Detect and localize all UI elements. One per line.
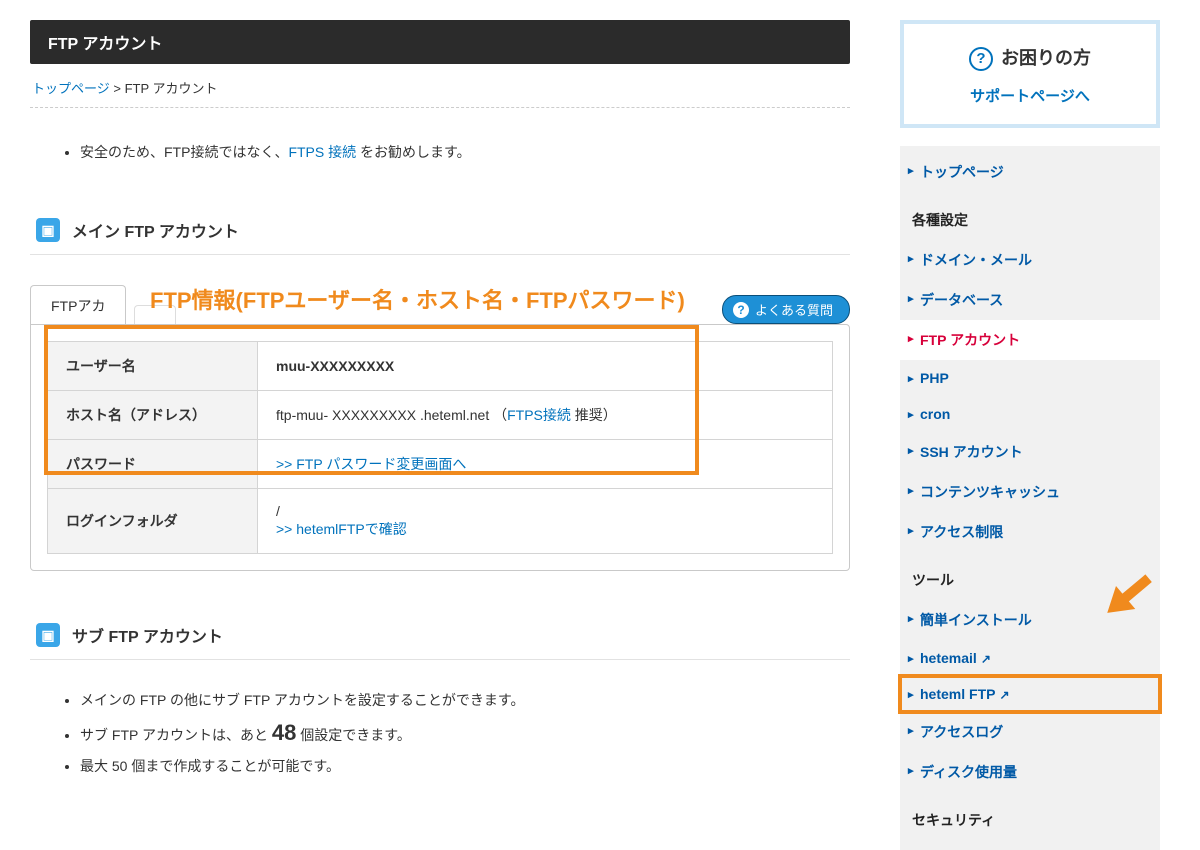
page-title-bar: FTP アカウント — [30, 20, 850, 64]
external-link-icon: ↗ — [999, 688, 1009, 702]
hetemlftp-link[interactable]: >> hetemlFTPで確認 — [276, 521, 407, 537]
main-ftp-section-header: ▣ メイン FTP アカウント — [30, 206, 850, 255]
sub-line-2-post: 個設定できます。 — [296, 727, 411, 743]
faq-button[interactable]: ? よくある質問 — [722, 295, 850, 324]
ftps-rec-link[interactable]: FTPS接続 — [507, 407, 571, 423]
notice-prefix: 安全のため、FTP接続ではなく、 — [80, 144, 288, 160]
host-value-post: 推奨） — [571, 407, 617, 423]
sub-remaining-count: 48 — [272, 720, 296, 745]
row-password: パスワード >> FTP パスワード変更画面へ — [48, 440, 833, 489]
row-host: ホスト名（アドレス） ftp-muu- XXXXXXXXX .heteml.ne… — [48, 391, 833, 440]
external-link-icon: ↗ — [981, 652, 991, 666]
sub-line-3: 最大 50 個まで作成することが可能です。 — [80, 756, 820, 776]
section-icon: ▣ — [36, 623, 60, 647]
faq-button-label: よくある質問 — [755, 300, 833, 319]
breadcrumb-sep: > — [113, 81, 121, 96]
host-value-pre: ftp-muu- XXXXXXXXX .heteml.net （ — [276, 407, 507, 423]
sidebar-item-top[interactable]: トップページ — [900, 152, 1160, 192]
ftp-info-panel: ユーザー名 muu-XXXXXXXXX ホスト名（アドレス） ftp-muu- … — [30, 324, 850, 571]
ftps-link[interactable]: FTPS 接続 — [288, 144, 356, 160]
folder-label: ログインフォルダ — [48, 489, 258, 554]
sidebar-item-label: heteml FTP — [920, 686, 995, 702]
username-value: muu-XXXXXXXXX — [276, 358, 394, 374]
sidebar-item-heteml-ftp[interactable]: heteml FTP ↗ — [900, 676, 1160, 712]
question-icon: ? — [733, 302, 749, 318]
sidebar-item-domain[interactable]: ドメイン・メール — [900, 240, 1160, 280]
sidebar-item-php[interactable]: PHP — [900, 360, 1160, 396]
help-title: お困りの方 — [914, 44, 1146, 71]
row-username: ユーザー名 muu-XXXXXXXXX — [48, 342, 833, 391]
sub-ftp-section-header: ▣ サブ FTP アカウント — [30, 611, 850, 660]
breadcrumb-home-link[interactable]: トップページ — [32, 81, 110, 96]
sidebar-item-database[interactable]: データベース — [900, 280, 1160, 320]
section-icon: ▣ — [36, 218, 60, 242]
side-menu: トップページ 各種設定 ドメイン・メール データベース FTP アカウント PH… — [900, 146, 1160, 850]
sidebar-item-access-log[interactable]: アクセスログ — [900, 712, 1160, 752]
sidebar-item-disk-usage[interactable]: ディスク使用量 — [900, 752, 1160, 792]
breadcrumb-current: FTP アカウント — [125, 81, 218, 96]
main-ftp-section-title: メイン FTP アカウント — [72, 218, 239, 242]
row-folder: ログインフォルダ / >> hetemlFTPで確認 — [48, 489, 833, 554]
sidebar-item-label: hetemail — [920, 650, 977, 666]
sidebar-item-ftp-account[interactable]: FTP アカウント — [900, 320, 1160, 360]
sub-line-2-pre: サブ FTP アカウントは、あと — [80, 727, 272, 743]
notice-line: 安全のため、FTP接続ではなく、FTPS 接続 をお勧めします。 — [80, 142, 820, 162]
sidebar-group-security: セキュリティ — [900, 800, 1160, 840]
ftp-info-table: ユーザー名 muu-XXXXXXXXX ホスト名（アドレス） ftp-muu- … — [47, 341, 833, 554]
sidebar-item-access-restrict[interactable]: アクセス制限 — [900, 512, 1160, 552]
folder-slash: / — [276, 503, 280, 519]
sub-ftp-list: メインの FTP の他にサブ FTP アカウントを設定することができます。 サブ… — [30, 660, 850, 806]
sidebar-item-cron[interactable]: cron — [900, 396, 1160, 432]
callout-annotation: FTP情報(FTPユーザー名・ホスト名・FTPパスワード) — [150, 283, 685, 315]
password-label: パスワード — [48, 440, 258, 489]
sub-line-1: メインの FTP の他にサブ FTP アカウントを設定することができます。 — [80, 690, 820, 710]
host-value: ftp-muu- XXXXXXXXX .heteml.net （FTPS接続 推… — [258, 391, 833, 440]
notice-suffix: をお勧めします。 — [356, 144, 471, 160]
sidebar-item-cache[interactable]: コンテンツキャッシュ — [900, 472, 1160, 512]
support-page-link[interactable]: サポートページへ — [914, 85, 1146, 106]
sidebar-item-hetemail[interactable]: hetemail ↗ — [900, 640, 1160, 676]
host-label: ホスト名（アドレス） — [48, 391, 258, 440]
pointer-arrow-icon — [1096, 558, 1166, 631]
sidebar-item-ssh[interactable]: SSH アカウント — [900, 432, 1160, 472]
breadcrumb: トップページ > FTP アカウント — [30, 64, 850, 108]
sub-ftp-section-title: サブ FTP アカウント — [72, 623, 223, 647]
username-label: ユーザー名 — [48, 342, 258, 391]
sidebar-group-settings: 各種設定 — [900, 200, 1160, 240]
tab-ftp-account[interactable]: FTPアカ — [30, 285, 126, 324]
help-box: お困りの方 サポートページへ — [900, 20, 1160, 128]
sub-line-2: サブ FTP アカウントは、あと 48 個設定できます。 — [80, 720, 820, 746]
password-change-link[interactable]: >> FTP パスワード変更画面へ — [276, 456, 466, 472]
